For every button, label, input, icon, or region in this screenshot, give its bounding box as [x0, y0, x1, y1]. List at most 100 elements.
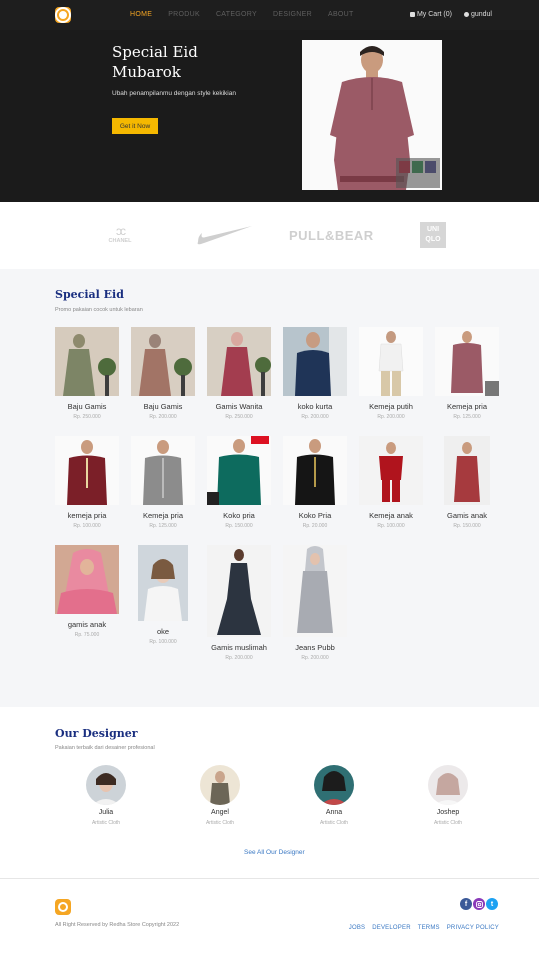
avatar[interactable] [314, 765, 354, 805]
bag-icon [409, 11, 415, 17]
product-image[interactable] [138, 545, 188, 621]
designer-role: Artistic Cloth [205, 820, 235, 826]
product-price: Rp. 150.000 [453, 523, 481, 529]
product-name: Koko pria [223, 511, 255, 520]
section-title: Our Designer [55, 727, 138, 740]
designers-section: Our Designer Pakaian terbaik dari desain… [0, 707, 539, 878]
product-card[interactable]: Gamis muslimah Rp. 200.000 [206, 545, 272, 661]
product-card[interactable]: koko kurta Rp. 200.000 [282, 327, 348, 420]
product-card[interactable]: Gamis Wanita Rp. 250.000 [206, 327, 272, 420]
footer: All Right Reserved by Redha Store Copyri… [0, 878, 539, 971]
chanel-text: CHANEL [108, 238, 132, 244]
product-name: Baju Gamis [143, 402, 183, 411]
product-image[interactable] [359, 436, 423, 505]
designer-name: Angel [211, 809, 229, 816]
product-price: Rp. 200.000 [377, 414, 405, 420]
product-name: kemeja pria [67, 511, 107, 520]
product-price: Rp. 75.000 [74, 632, 100, 638]
footer-link-developer[interactable]: DEVELOPER [372, 925, 410, 931]
product-card[interactable]: kemeja pria Rp. 100.000 [54, 436, 120, 529]
section-subtitle: Pakaian terbaik dari desainer profesiona… [55, 745, 155, 751]
product-name: oke [156, 627, 170, 636]
product-card[interactable]: Baju Gamis Rp. 250.000 [54, 327, 120, 420]
designer-card[interactable]: Anna Artistic Cloth [294, 765, 374, 826]
footer-link-terms[interactable]: TERMS [418, 925, 440, 931]
nav-home[interactable]: HOME [130, 11, 152, 18]
product-image[interactable] [283, 327, 347, 396]
product-card[interactable]: gamis anak Rp. 75.000 [54, 545, 120, 638]
avatar[interactable] [428, 765, 468, 805]
product-name: Kemeja putih [369, 402, 413, 411]
nav-produk[interactable]: PRODUK [168, 11, 200, 18]
product-name: Kemeja pria [142, 511, 184, 520]
navbar: HOME PRODUK CATEGORY DESIGNER ABOUT My C… [0, 0, 539, 30]
product-image[interactable] [131, 436, 195, 505]
product-name: Gamis muslimah [211, 643, 267, 652]
product-image[interactable] [444, 436, 490, 505]
product-price: Rp. 125.000 [453, 414, 481, 420]
avatar[interactable] [86, 765, 126, 805]
product-name: Jeans Pubb [295, 643, 335, 652]
section-subtitle: Promo pakaian cocok untuk lebaran [55, 307, 143, 313]
product-name: Gamis anak [446, 511, 488, 520]
designer-card[interactable]: Joshep Artistic Cloth [408, 765, 488, 826]
product-price: Rp. 20.000 [302, 523, 328, 529]
designer-name: Anna [325, 809, 343, 816]
facebook-icon[interactable]: f [460, 898, 472, 910]
designer-card[interactable]: Julia Artistic Cloth [66, 765, 146, 826]
product-price: Rp. 125.000 [149, 523, 177, 529]
product-image[interactable] [359, 327, 423, 396]
special-eid-section: Special Eid Promo pakaian cocok untuk le… [0, 269, 539, 707]
twitter-icon[interactable]: t [486, 898, 498, 910]
product-image[interactable] [207, 436, 271, 505]
nav-category[interactable]: CATEGORY [216, 11, 257, 18]
product-card[interactable]: Koko pria Rp. 150.000 [206, 436, 272, 529]
footer-link-privacy[interactable]: PRIVACY POLICY [447, 925, 499, 931]
product-image[interactable] [207, 327, 271, 396]
get-it-now-button[interactable]: Get it Now [112, 118, 158, 134]
designer-card[interactable]: Angel Artistic Cloth [180, 765, 260, 826]
product-image[interactable] [55, 327, 119, 396]
product-card[interactable]: Koko Pria Rp. 20.000 [282, 436, 348, 529]
product-image[interactable] [131, 327, 195, 396]
product-card[interactable]: Kemeja pria Rp. 125.000 [434, 327, 500, 420]
nav-menu: HOME PRODUK CATEGORY DESIGNER ABOUT [130, 11, 354, 18]
product-price: Rp. 200.000 [149, 414, 177, 420]
cart-link[interactable]: My Cart (0) [409, 11, 452, 18]
nike-swoosh-icon [196, 224, 254, 251]
nav-right: My Cart (0) gundul [409, 11, 492, 18]
product-price: Rp. 200.000 [301, 655, 329, 661]
product-image[interactable] [283, 436, 347, 505]
cart-label: My Cart (0) [416, 11, 452, 18]
product-image[interactable] [283, 545, 347, 637]
instagram-icon[interactable] [473, 898, 485, 910]
designer-name: Julia [98, 809, 114, 816]
designer-role: Artistic Cloth [91, 820, 121, 826]
product-card[interactable]: Kemeja pria Rp. 125.000 [130, 436, 196, 529]
footer-logo-icon[interactable] [55, 899, 71, 915]
designer-name: Joshep [436, 809, 460, 816]
product-name: gamis anak [67, 620, 107, 629]
nav-about[interactable]: ABOUT [328, 11, 354, 18]
footer-link-jobs[interactable]: JOBS [349, 925, 365, 931]
see-all-designers-link[interactable]: See All Our Designer [244, 849, 305, 856]
product-image[interactable] [435, 327, 499, 396]
product-card[interactable]: Kemeja anak Rp. 100.000 [358, 436, 424, 529]
product-image[interactable] [55, 436, 119, 505]
hero-image [302, 40, 442, 190]
product-card[interactable]: Gamis anak Rp. 150.000 [434, 436, 500, 529]
product-image[interactable] [55, 545, 119, 614]
pull-and-bear-logo: PULL&BEAR [289, 228, 374, 243]
product-card[interactable]: Baju Gamis Rp. 200.000 [130, 327, 196, 420]
product-price: Rp. 100.000 [73, 523, 101, 529]
product-name: Kemeja pria [446, 402, 488, 411]
avatar[interactable] [200, 765, 240, 805]
product-image[interactable] [207, 545, 271, 637]
logo-icon[interactable] [55, 7, 71, 23]
designer-role: Artistic Cloth [433, 820, 463, 826]
nav-designer[interactable]: DESIGNER [273, 11, 312, 18]
user-link[interactable]: gundul [463, 11, 492, 18]
product-card[interactable]: Jeans Pubb Rp. 200.000 [282, 545, 348, 661]
product-card[interactable]: oke Rp. 100.000 [130, 545, 196, 645]
product-card[interactable]: Kemeja putih Rp. 200.000 [358, 327, 424, 420]
